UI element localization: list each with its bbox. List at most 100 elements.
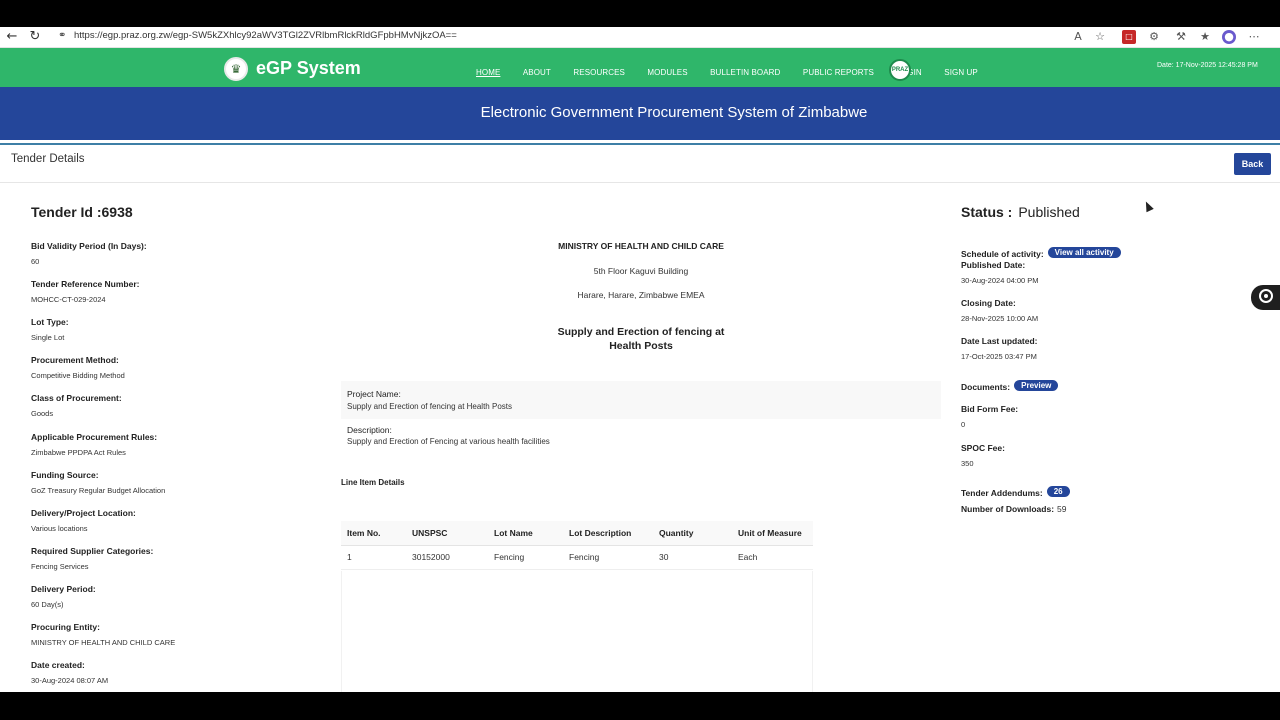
menu-item-public-reports[interactable]: PUBLIC REPORTS bbox=[803, 68, 874, 77]
schedule-label: Schedule of activity: bbox=[961, 249, 1044, 259]
url-text[interactable]: https://egp.praz.org.zw/egp-SW5kZXhlcy92… bbox=[74, 30, 457, 41]
back-arrow-icon[interactable]: ← bbox=[4, 29, 20, 45]
extensions-icon[interactable]: ⚙ bbox=[1147, 30, 1161, 44]
field-delivery-location: Delivery/Project Location: Various locat… bbox=[31, 508, 136, 533]
published-date-value: 30-Aug-2024 04:00 PM bbox=[961, 276, 1039, 285]
procuring-entity-name: MINISTRY OF HEALTH AND CHILD CARE bbox=[558, 241, 724, 251]
status-label: Status : bbox=[961, 204, 1013, 220]
field-label: Procurement Method: bbox=[31, 355, 119, 365]
preview-documents-button[interactable]: Preview bbox=[1014, 380, 1059, 392]
addendums-count-badge[interactable]: 26 bbox=[1046, 486, 1070, 498]
menu-item-modules[interactable]: MODULES bbox=[647, 68, 687, 77]
table-cell: 30 bbox=[653, 545, 732, 570]
field-label: Procuring Entity: bbox=[31, 622, 100, 632]
favorite-star-icon[interactable]: ☆ bbox=[1093, 30, 1107, 44]
more-icon[interactable]: ⋯ bbox=[1247, 30, 1261, 44]
field-label: Applicable Procurement Rules: bbox=[31, 432, 158, 442]
current-date: Date: 17-Nov-2025 12:45:28 PM bbox=[1157, 62, 1258, 69]
field-class-of-procurement: Class of Procurement: Goods bbox=[31, 393, 122, 418]
refresh-icon[interactable]: ↻ bbox=[27, 29, 43, 45]
field-value: 60 bbox=[31, 257, 40, 266]
bid-form-fee-label: Bid Form Fee: bbox=[961, 404, 1019, 414]
brand-title[interactable]: eGP System bbox=[256, 58, 361, 79]
date-last-updated: Date Last updated: 17-Oct-2025 03:47 PM bbox=[961, 336, 1038, 361]
banner-divider bbox=[0, 143, 1280, 145]
bid-form-fee-value: 0 bbox=[961, 420, 966, 429]
field-procurement-rules: Applicable Procurement Rules: Zimbabwe P… bbox=[31, 432, 157, 457]
floating-assistant-icon[interactable] bbox=[1251, 285, 1280, 310]
tender-status: Status : Published bbox=[961, 204, 1080, 222]
field-label: Class of Procurement: bbox=[31, 393, 122, 403]
field-label: Tender Reference Number: bbox=[31, 279, 140, 289]
field-funding-source: Funding Source: GoZ Treasury Regular Bud… bbox=[31, 470, 165, 495]
project-name-section: Project Name: Supply and Erection of fen… bbox=[341, 381, 941, 419]
tender-title: Supply and Erection of fencing at Health… bbox=[557, 326, 725, 352]
field-label: Required Supplier Categories: bbox=[31, 546, 154, 556]
field-date-created: Date created: 30-Aug-2024 08:07 AM bbox=[31, 660, 108, 685]
banner-title: Electronic Government Procurement System… bbox=[480, 104, 868, 121]
column-header: Lot Name bbox=[488, 521, 563, 546]
title-banner: Electronic Government Procurement System… bbox=[0, 87, 1280, 140]
field-value: Single Lot bbox=[31, 333, 65, 342]
column-header: Lot Description bbox=[563, 521, 653, 546]
description-value: Supply and Erection of Fencing at variou… bbox=[347, 437, 550, 446]
view-all-activity-button[interactable]: View all activity bbox=[1047, 247, 1121, 259]
last-updated-value: 17-Oct-2025 03:47 PM bbox=[961, 352, 1037, 361]
bid-form-fee: Bid Form Fee: 0 bbox=[961, 404, 1018, 429]
field-label: Bid Validity Period (In Days): bbox=[31, 241, 147, 251]
project-name-label: Project Name: bbox=[347, 389, 401, 399]
column-header: Unit of Measure bbox=[732, 521, 813, 546]
spoc-fee: SPOC Fee: 350 bbox=[961, 443, 1005, 468]
table-panel-border bbox=[341, 571, 813, 692]
menu-item-sign-up[interactable]: SIGN UP bbox=[944, 68, 978, 77]
spoc-fee-value: 350 bbox=[961, 459, 974, 468]
menu-item-home[interactable]: HOME bbox=[476, 68, 500, 77]
browser-viewport: ← ↻ ⚭ https://egp.praz.org.zw/egp-SW5kZX… bbox=[0, 27, 1280, 692]
entity-address-line-2: Harare, Harare, Zimbabwe EMEA bbox=[577, 290, 705, 300]
field-value: Fencing Services bbox=[31, 562, 89, 571]
documents-label: Documents: bbox=[961, 382, 1011, 392]
lock-icon[interactable]: ⚭ bbox=[58, 30, 69, 43]
address-bar[interactable]: ⚭ https://egp.praz.org.zw/egp-SW5kZXhlcy… bbox=[56, 29, 1066, 46]
entity-address-line-1: 5th Floor Kaguvi Building bbox=[593, 266, 689, 276]
field-value: Zimbabwe PPDPA Act Rules bbox=[31, 448, 126, 457]
page-title: Tender Details bbox=[11, 153, 85, 165]
addendums-label: Tender Addendums: bbox=[961, 488, 1043, 498]
menu-item-bulletin-board[interactable]: BULLETIN BOARD bbox=[710, 68, 780, 77]
table-cell: Each bbox=[732, 545, 813, 570]
menu-item-resources[interactable]: RESOURCES bbox=[573, 68, 625, 77]
browser-toolbar: ← ↻ ⚭ https://egp.praz.org.zw/egp-SW5kZX… bbox=[0, 27, 1280, 48]
coat-of-arms-logo-icon[interactable]: ♛ bbox=[224, 57, 248, 81]
menu-item-about[interactable]: ABOUT bbox=[523, 68, 551, 77]
field-label: Date created: bbox=[31, 660, 85, 670]
field-value: Goods bbox=[31, 409, 54, 418]
subheader-divider bbox=[0, 182, 1280, 183]
profile-icon[interactable]: ● bbox=[1222, 30, 1236, 44]
field-procurement-method: Procurement Method: Competitive Bidding … bbox=[31, 355, 125, 380]
praz-logo[interactable]: PRAZ bbox=[889, 59, 911, 81]
field-value: Competitive Bidding Method bbox=[31, 371, 125, 380]
favorites-icon[interactable]: ★ bbox=[1198, 30, 1212, 44]
downloads-label: Number of Downloads: bbox=[961, 504, 1055, 514]
read-aloud-icon[interactable]: A bbox=[1071, 30, 1085, 44]
field-value: GoZ Treasury Regular Budget Allocation bbox=[31, 486, 166, 495]
field-label: Delivery Period: bbox=[31, 584, 96, 594]
field-delivery-period: Delivery Period: 60 Day(s) bbox=[31, 584, 96, 609]
settings-icon[interactable]: ⚒ bbox=[1174, 30, 1188, 44]
spoc-fee-label: SPOC Fee: bbox=[961, 443, 1005, 453]
closing-date: Closing Date: 28-Nov-2025 10:00 AM bbox=[961, 298, 1038, 323]
line-items-table: Item No. UNSPSC Lot Name Lot Description… bbox=[341, 521, 813, 570]
top-navigation-bar: ♛ eGP System HOME ABOUT RESOURCES MODULE… bbox=[0, 48, 1280, 87]
column-header: Quantity bbox=[653, 521, 732, 546]
number-of-downloads: Number of Downloads: 59 bbox=[961, 499, 1067, 517]
field-lot-type: Lot Type: Single Lot bbox=[31, 317, 69, 342]
field-value: Various locations bbox=[31, 524, 88, 533]
last-updated-label: Date Last updated: bbox=[961, 336, 1038, 346]
status-value: Published bbox=[1018, 204, 1080, 220]
description-section: Description: Supply and Erection of Fenc… bbox=[341, 420, 941, 450]
field-supplier-categories: Required Supplier Categories: Fencing Se… bbox=[31, 546, 153, 571]
pdf-extension-icon[interactable]: □ bbox=[1122, 30, 1136, 44]
back-button[interactable]: Back bbox=[1234, 153, 1271, 175]
published-date-label: Published Date: bbox=[961, 260, 1026, 270]
table-row: 1 30152000 Fencing Fencing 30 Each bbox=[341, 545, 813, 570]
